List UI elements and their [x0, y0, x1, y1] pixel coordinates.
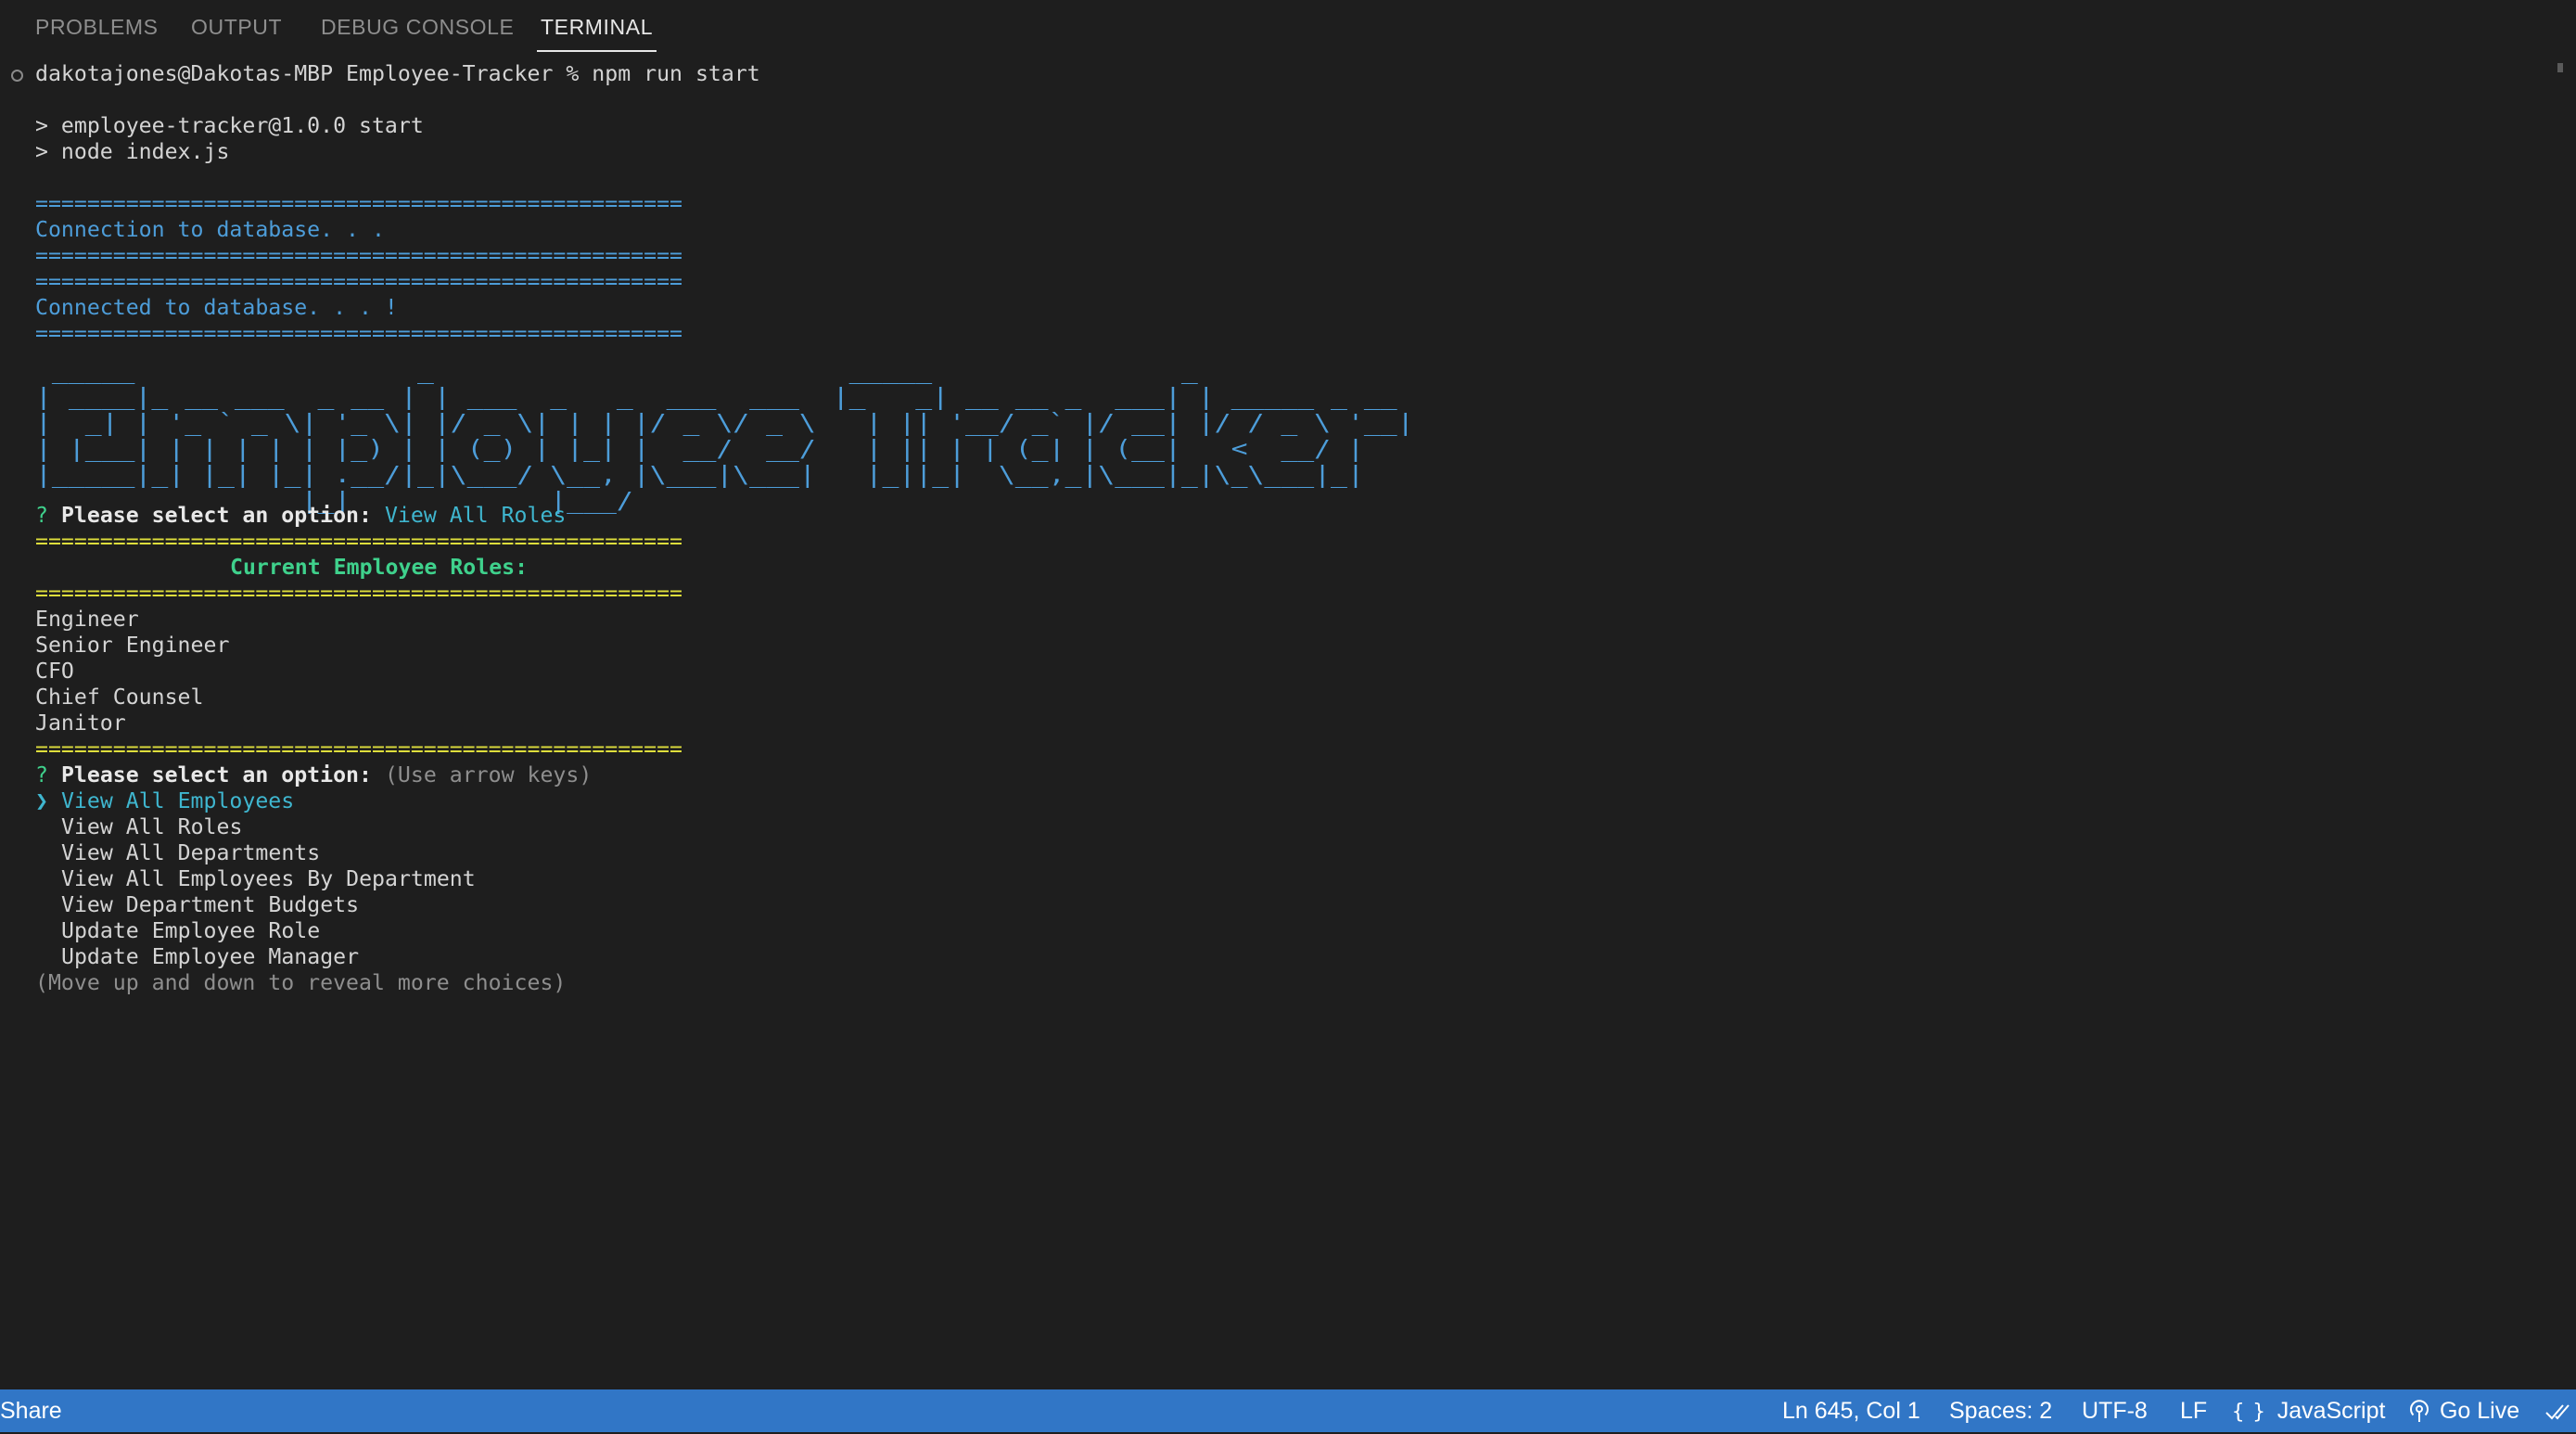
divider-rule: ========================================… [35, 581, 683, 606]
tab-debug-console[interactable]: DEBUG CONSOLE [321, 0, 514, 52]
connecting-message: Connection to database. . . [35, 217, 385, 242]
circle-icon [11, 70, 23, 82]
role-item: Senior Engineer [35, 633, 230, 658]
go-live-button[interactable]: Go Live [2409, 1389, 2519, 1432]
connected-message: Connected to database. . . ! [35, 295, 398, 320]
language-label: JavaScript [2276, 1398, 2386, 1424]
divider-rule: ========================================… [35, 321, 683, 346]
eol-setting[interactable]: LF [2180, 1389, 2207, 1432]
menu-option-label: View All Employees [60, 788, 295, 813]
status-bar: Share Ln 645, Col 1 Spaces: 2 UTF-8 LF {… [0, 1389, 2576, 1432]
pointer-icon: ❯ [35, 788, 48, 813]
menu-option-selected[interactable]: ❯ View All Employees [35, 788, 294, 814]
question-text: Please select an option: [60, 503, 372, 528]
role-item: Janitor [35, 711, 126, 736]
check-all-icon [2545, 1404, 2570, 1420]
terminal-scrollbar[interactable] [2557, 63, 2563, 72]
question-answered: ? Please select an option: View All Role… [35, 503, 566, 529]
role-item: Chief Counsel [35, 685, 204, 710]
terminal-panel: PROBLEMS OUTPUT DEBUG CONSOLE TERMINAL d… [0, 0, 2576, 1389]
share-button[interactable]: Share [0, 1389, 62, 1432]
menu-option[interactable]: View All Departments [61, 840, 320, 866]
more-choices-hint: (Move up and down to reveal more choices… [35, 970, 567, 995]
divider-rule: ========================================… [35, 529, 683, 554]
question-mark: ? [35, 503, 48, 528]
divider-rule: ========================================… [35, 243, 683, 268]
tab-output[interactable]: OUTPUT [191, 0, 282, 52]
employee-tracker-banner: _____ _ _____ _ | ____|_ __ ___ _ __ | |… [35, 357, 1414, 514]
language-mode[interactable]: { } JavaScript [2232, 1389, 2385, 1432]
panel-tab-bar: PROBLEMS OUTPUT DEBUG CONSOLE TERMINAL [0, 0, 2576, 52]
question-pending: ? Please select an option: (Use arrow ke… [35, 762, 592, 788]
menu-option[interactable]: View All Roles [61, 814, 242, 840]
npm-script-line: > employee-tracker@1.0.0 start [35, 113, 424, 138]
divider-rule: ========================================… [35, 191, 683, 216]
broadcast-icon [2410, 1400, 2429, 1423]
indentation-setting[interactable]: Spaces: 2 [1949, 1389, 2052, 1432]
divider-rule: ========================================… [35, 736, 683, 762]
go-live-label: Go Live [2439, 1398, 2520, 1424]
arrow-keys-hint: (Use arrow keys) [384, 762, 593, 787]
role-item: CFO [35, 659, 74, 684]
menu-option[interactable]: View All Employees By Department [61, 866, 476, 892]
menu-option[interactable]: Update Employee Role [61, 918, 320, 944]
role-item: Engineer [35, 607, 139, 632]
terminal-output[interactable]: dakotajones@Dakotas-MBP Employee-Tracker… [0, 61, 2541, 1378]
braces-icon: { } [2232, 1401, 2265, 1424]
notifications-button[interactable] [2544, 1389, 2572, 1432]
menu-option[interactable]: View Department Budgets [61, 892, 359, 918]
menu-option[interactable]: Update Employee Manager [61, 944, 359, 970]
roles-heading: Current Employee Roles: [230, 555, 529, 580]
tab-problems[interactable]: PROBLEMS [35, 0, 159, 52]
tab-terminal[interactable]: TERMINAL [536, 0, 657, 52]
npm-command-line: > node index.js [35, 139, 230, 164]
encoding-setting[interactable]: UTF-8 [2082, 1389, 2148, 1432]
question-text: Please select an option: [60, 762, 372, 787]
shell-prompt-line: dakotajones@Dakotas-MBP Employee-Tracker… [35, 61, 760, 86]
question-mark: ? [35, 762, 48, 787]
divider-rule: ========================================… [35, 269, 683, 294]
cursor-position[interactable]: Ln 645, Col 1 [1782, 1389, 1920, 1432]
selected-answer: View All Roles [384, 503, 567, 528]
